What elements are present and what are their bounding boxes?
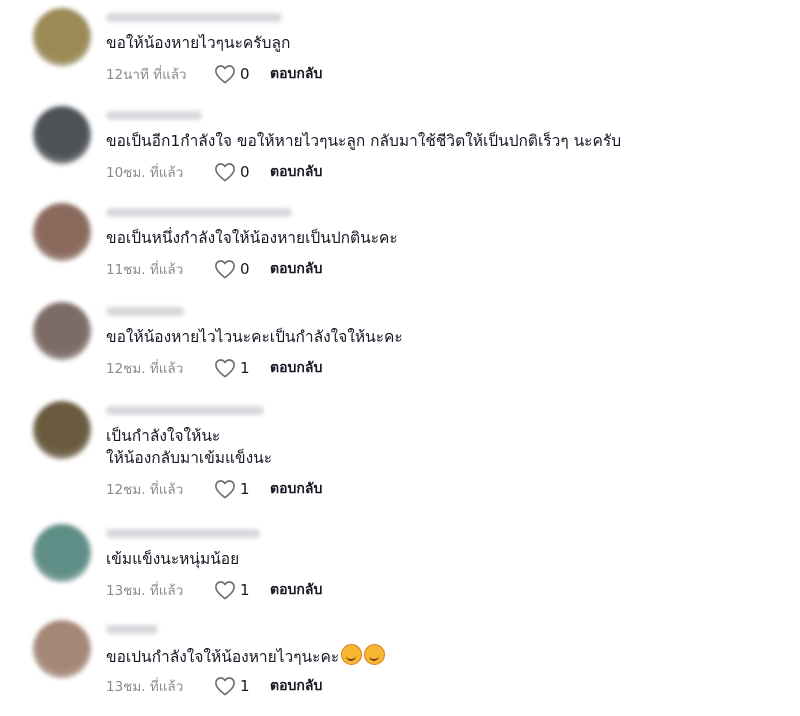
comment-meta: 12ชม. ที่แล้ว 1 ตอบกลับ: [106, 358, 322, 378]
timestamp: 10ชม. ที่แล้ว: [106, 165, 184, 181]
username-blurred[interactable]: [106, 406, 264, 415]
comment-text-line: ขอให้น้องหายไวๆนะครับลูก: [106, 34, 291, 52]
like-button[interactable]: 1: [214, 676, 270, 696]
comment-meta: 11ชม. ที่แล้ว 0 ตอบกลับ: [106, 259, 322, 279]
avatar[interactable]: [33, 302, 91, 360]
timestamp: 12ชม. ที่แล้ว: [106, 361, 184, 377]
heart-icon: [215, 163, 235, 182]
avatar[interactable]: [33, 203, 91, 261]
username-blurred[interactable]: [106, 13, 282, 22]
like-button[interactable]: 1: [214, 479, 270, 499]
timestamp: 11ชม. ที่แล้ว: [106, 262, 184, 278]
like-count: 0: [240, 65, 250, 83]
like-count: 1: [240, 359, 250, 377]
username-blurred[interactable]: [106, 208, 292, 217]
heart-icon: [215, 260, 235, 279]
username-blurred[interactable]: [106, 625, 158, 634]
avatar[interactable]: [33, 8, 91, 66]
timestamp: 12ชม. ที่แล้ว: [106, 482, 184, 498]
reply-button[interactable]: ตอบกลับ: [270, 357, 322, 379]
comment-item: ขอให้น้องหายไวไวนะคะเป็นกำลังใจให้นะคะ 12…: [0, 294, 800, 392]
reply-button[interactable]: ตอบกลับ: [270, 63, 322, 85]
reply-button[interactable]: ตอบกลับ: [270, 579, 322, 601]
heart-icon: [215, 677, 235, 696]
username-blurred[interactable]: [106, 307, 184, 316]
comment-text-line: ขอเป็นอีก1กำลังใจ ขอให้หายไวๆนะลูก กลับม…: [106, 132, 622, 150]
comment-text-line: ขอเปนกำลังใจให้น้องหายไวๆนะคะ: [106, 644, 386, 668]
comment-text: ขอเปนกำลังใจให้น้องหายไวๆนะคะ: [106, 644, 386, 668]
like-button[interactable]: 1: [214, 358, 270, 378]
comment-item: ขอเป็นอีก1กำลังใจ ขอให้หายไวๆนะลูก กลับม…: [0, 98, 800, 196]
comment-text: เข้มแข็งนะหนุ่มน้อย: [106, 548, 239, 570]
comment-item: ขอให้น้องหายไวๆนะครับลูก 12นาที ที่แล้ว 0 ต…: [0, 0, 800, 98]
like-button[interactable]: 0: [214, 259, 270, 279]
avatar[interactable]: [33, 106, 91, 164]
comment-item: เป็นกำลังใจให้นะให้น้องกลับมาเข้มแข็งนะ 1…: [0, 393, 800, 499]
comment-item: ขอเปนกำลังใจให้น้องหายไวๆนะคะ 13ชม. ที่แล…: [0, 612, 800, 710]
comment-text-line: ขอให้น้องหายไวไวนะคะเป็นกำลังใจให้นะคะ: [106, 328, 403, 346]
reply-button[interactable]: ตอบกลับ: [270, 675, 322, 697]
comment-meta: 12นาที ที่แล้ว 0 ตอบกลับ: [106, 64, 322, 84]
timestamp: 13ชม. ที่แล้ว: [106, 679, 184, 695]
like-count: 1: [240, 480, 250, 498]
comment-meta: 13ชม. ที่แล้ว 1 ตอบกลับ: [106, 580, 322, 600]
comment-meta: 12ชม. ที่แล้ว 1 ตอบกลับ: [106, 479, 322, 499]
like-count: 1: [240, 677, 250, 695]
reply-button[interactable]: ตอบกลับ: [270, 258, 322, 280]
avatar[interactable]: [33, 620, 91, 678]
heart-icon: [215, 65, 235, 84]
comment-text: เป็นกำลังใจให้นะให้น้องกลับมาเข้มแข็งนะ: [106, 425, 272, 469]
avatar[interactable]: [33, 401, 91, 459]
reply-button[interactable]: ตอบกลับ: [270, 161, 322, 183]
username-blurred[interactable]: [106, 111, 202, 120]
smiling-face-emoji-icon: [364, 644, 386, 665]
comment-text-line: ให้น้องกลับมาเข้มแข็งนะ: [106, 449, 273, 467]
like-count: 1: [240, 581, 250, 599]
username-blurred[interactable]: [106, 529, 260, 538]
smiling-face-emoji-icon: [341, 644, 363, 665]
comment-text: ขอให้น้องหายไวไวนะคะเป็นกำลังใจให้นะคะ: [106, 326, 403, 348]
timestamp: 13ชม. ที่แล้ว: [106, 583, 184, 599]
like-count: 0: [240, 163, 250, 181]
comment-item: เข้มแข็งนะหนุ่มน้อย 13ชม. ที่แล้ว 1 ตอบกลับ: [0, 516, 800, 614]
comment-text-line: เข้มแข็งนะหนุ่มน้อย: [106, 550, 240, 568]
comment-text: ขอเป็นหนึ่งกำลังใจให้น้องหายเป็นปกตินะคะ: [106, 227, 398, 249]
heart-icon: [215, 359, 235, 378]
comment-item: ขอเป็นหนึ่งกำลังใจให้น้องหายเป็นปกตินะคะ…: [0, 195, 800, 293]
comment-text-line: ขอเป็นหนึ่งกำลังใจให้น้องหายเป็นปกตินะคะ: [106, 229, 398, 247]
like-button[interactable]: 1: [214, 580, 270, 600]
heart-icon: [215, 480, 235, 499]
like-button[interactable]: 0: [214, 64, 270, 84]
like-count: 0: [240, 260, 250, 278]
comment-meta: 10ชม. ที่แล้ว 0 ตอบกลับ: [106, 162, 322, 182]
comment-text: ขอเป็นอีก1กำลังใจ ขอให้หายไวๆนะลูก กลับม…: [106, 130, 621, 152]
like-button[interactable]: 0: [214, 162, 270, 182]
reply-button[interactable]: ตอบกลับ: [270, 478, 322, 500]
comment-text-line: เป็นกำลังใจให้นะ: [106, 427, 221, 445]
comment-text-content: ขอเปนกำลังใจให้น้องหายไวๆนะคะ: [106, 648, 340, 666]
comment-meta: 13ชม. ที่แล้ว 1 ตอบกลับ: [106, 676, 322, 696]
avatar[interactable]: [33, 524, 91, 582]
timestamp: 12นาที ที่แล้ว: [106, 67, 187, 83]
heart-icon: [215, 581, 235, 600]
comment-text: ขอให้น้องหายไวๆนะครับลูก: [106, 32, 290, 54]
